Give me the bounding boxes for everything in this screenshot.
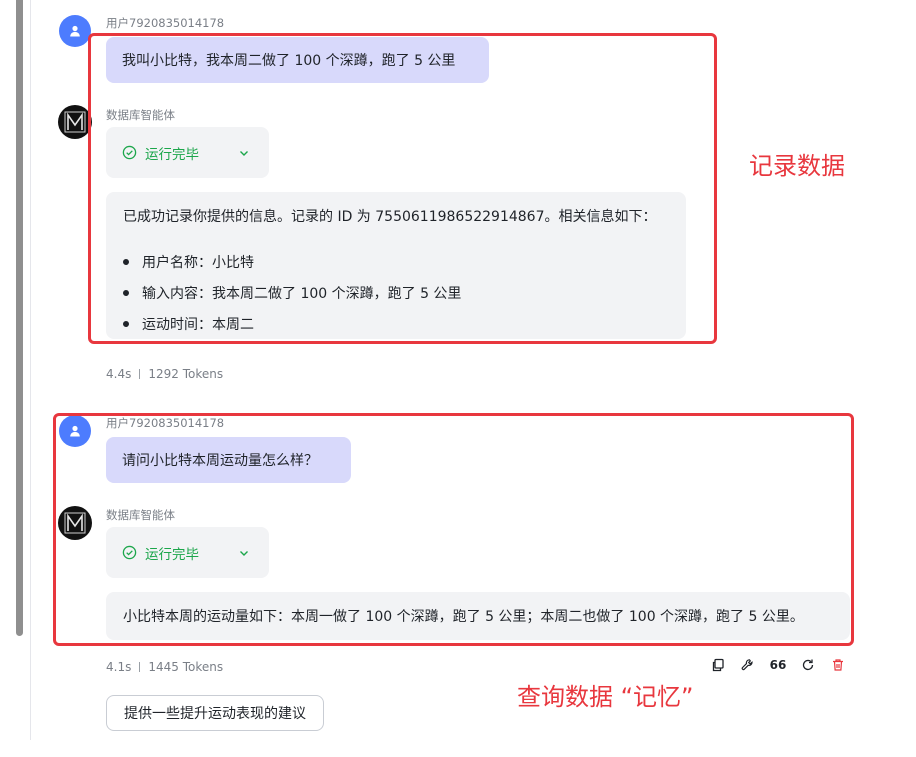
query-highlight-box — [53, 413, 854, 646]
suggestion-button[interactable]: 提供一些提升运动表现的建议 — [106, 695, 324, 731]
scrollbar[interactable] — [16, 0, 23, 636]
delete-button[interactable] — [830, 657, 846, 673]
record-annotation: 记录数据 — [749, 152, 845, 180]
delete-icon — [833, 659, 843, 671]
regenerate-button[interactable] — [800, 657, 816, 673]
sidebar-divider — [30, 0, 31, 740]
copy-button[interactable] — [710, 657, 726, 673]
reply-meta: 4.1s 1445 Tokens — [106, 660, 223, 674]
quote-button[interactable]: 66 — [769, 657, 787, 673]
wrench-icon — [741, 659, 753, 671]
reply-meta: 4.4s 1292 Tokens — [106, 367, 223, 381]
token-count: 1292 Tokens — [148, 367, 224, 381]
refresh-icon — [802, 659, 814, 671]
duration: 4.4s — [106, 367, 132, 381]
duration: 4.1s — [106, 660, 132, 674]
copy-icon — [712, 658, 724, 672]
debug-button[interactable] — [740, 657, 756, 673]
bot-logo-icon — [64, 111, 86, 133]
record-highlight-box — [88, 33, 717, 344]
bot-avatar — [58, 105, 92, 139]
meta-separator — [139, 662, 141, 672]
message-actions: 66 — [710, 657, 846, 673]
user-icon — [70, 25, 80, 37]
token-count: 1445 Tokens — [148, 660, 224, 674]
meta-separator — [139, 369, 141, 379]
query-annotation: 查询数据 “记忆” — [517, 683, 694, 711]
quote-icon: 66 — [769, 658, 787, 672]
user-avatar — [59, 15, 91, 47]
user-name: 用户7920835014178 — [106, 16, 225, 30]
